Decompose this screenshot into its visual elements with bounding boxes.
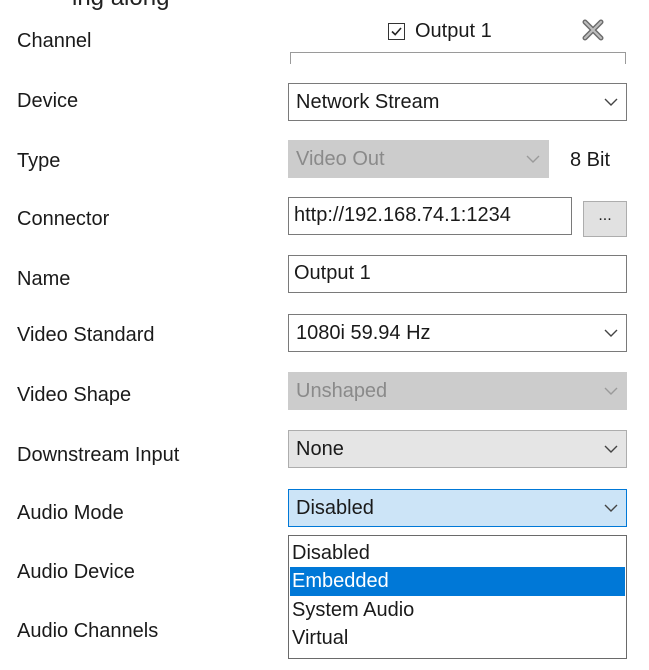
output-checkbox-wrapper[interactable]: Output 1 (388, 20, 492, 43)
downstream-input-label: Downstream Input (17, 444, 180, 466)
type-select[interactable]: Video Out (288, 140, 549, 178)
device-label: Device (17, 90, 79, 112)
dropdown-option-label: System Audio (292, 599, 415, 621)
chevron-down-icon (604, 504, 618, 512)
connector-input-value: http://192.168.74.1:1234 (294, 204, 511, 226)
remove-channel-button[interactable] (580, 17, 606, 43)
connector-label: Connector (17, 208, 110, 230)
audio-mode-value: Disabled (296, 497, 374, 519)
output-checkbox[interactable] (388, 23, 405, 40)
clipped-header-text: ing along (0, 0, 649, 10)
check-icon (391, 27, 402, 36)
dropdown-option-disabled[interactable]: Disabled (290, 539, 625, 568)
output-checkbox-label: Output 1 (415, 20, 492, 42)
chevron-down-icon (604, 445, 618, 453)
dropdown-option-system-audio[interactable]: System Audio (290, 596, 625, 625)
downstream-input-value: None (296, 438, 344, 460)
type-select-value: Video Out (296, 148, 385, 170)
name-label: Name (17, 268, 71, 290)
name-input-value: Output 1 (294, 262, 371, 284)
device-select[interactable]: Network Stream (288, 83, 627, 121)
dropdown-option-virtual[interactable]: Virtual (290, 624, 625, 653)
audio-mode-label: Audio Mode (17, 502, 124, 524)
connector-input[interactable]: http://192.168.74.1:1234 (288, 197, 572, 235)
bit-depth-label: 8 Bit (570, 149, 611, 171)
browse-connector-button[interactable]: ... (583, 201, 627, 237)
audio-mode-select[interactable]: Disabled (288, 489, 627, 527)
dropdown-option-label: Embedded (292, 570, 389, 592)
type-label: Type (17, 150, 61, 172)
dropdown-option-embedded[interactable]: Embedded (290, 567, 625, 596)
browse-button-label: ... (598, 207, 612, 224)
chevron-down-icon (604, 98, 618, 106)
dropdown-option-label: Disabled (292, 542, 370, 564)
dropdown-option-label: Virtual (292, 627, 349, 649)
chevron-down-icon (604, 329, 618, 337)
device-select-value: Network Stream (296, 91, 440, 113)
close-icon (582, 19, 604, 41)
video-standard-select[interactable]: 1080i 59.94 Hz (288, 314, 627, 352)
chevron-down-icon (526, 155, 540, 163)
video-standard-label: Video Standard (17, 324, 155, 346)
channel-label: Channel (17, 30, 92, 52)
name-input[interactable]: Output 1 (288, 255, 627, 293)
channel-group-bracket (290, 52, 626, 64)
downstream-input-select[interactable]: None (288, 430, 627, 468)
audio-device-label: Audio Device (17, 561, 135, 583)
audio-mode-dropdown-list: Disabled Embedded System Audio Virtual (288, 535, 627, 659)
video-shape-select[interactable]: Unshaped (288, 372, 627, 410)
chevron-down-icon (604, 387, 618, 395)
video-shape-label: Video Shape (17, 384, 132, 406)
video-shape-value: Unshaped (296, 380, 388, 402)
clipped-header-label: ing along (72, 0, 169, 10)
audio-channels-label: Audio Channels (17, 620, 159, 642)
video-standard-value: 1080i 59.94 Hz (296, 322, 431, 344)
